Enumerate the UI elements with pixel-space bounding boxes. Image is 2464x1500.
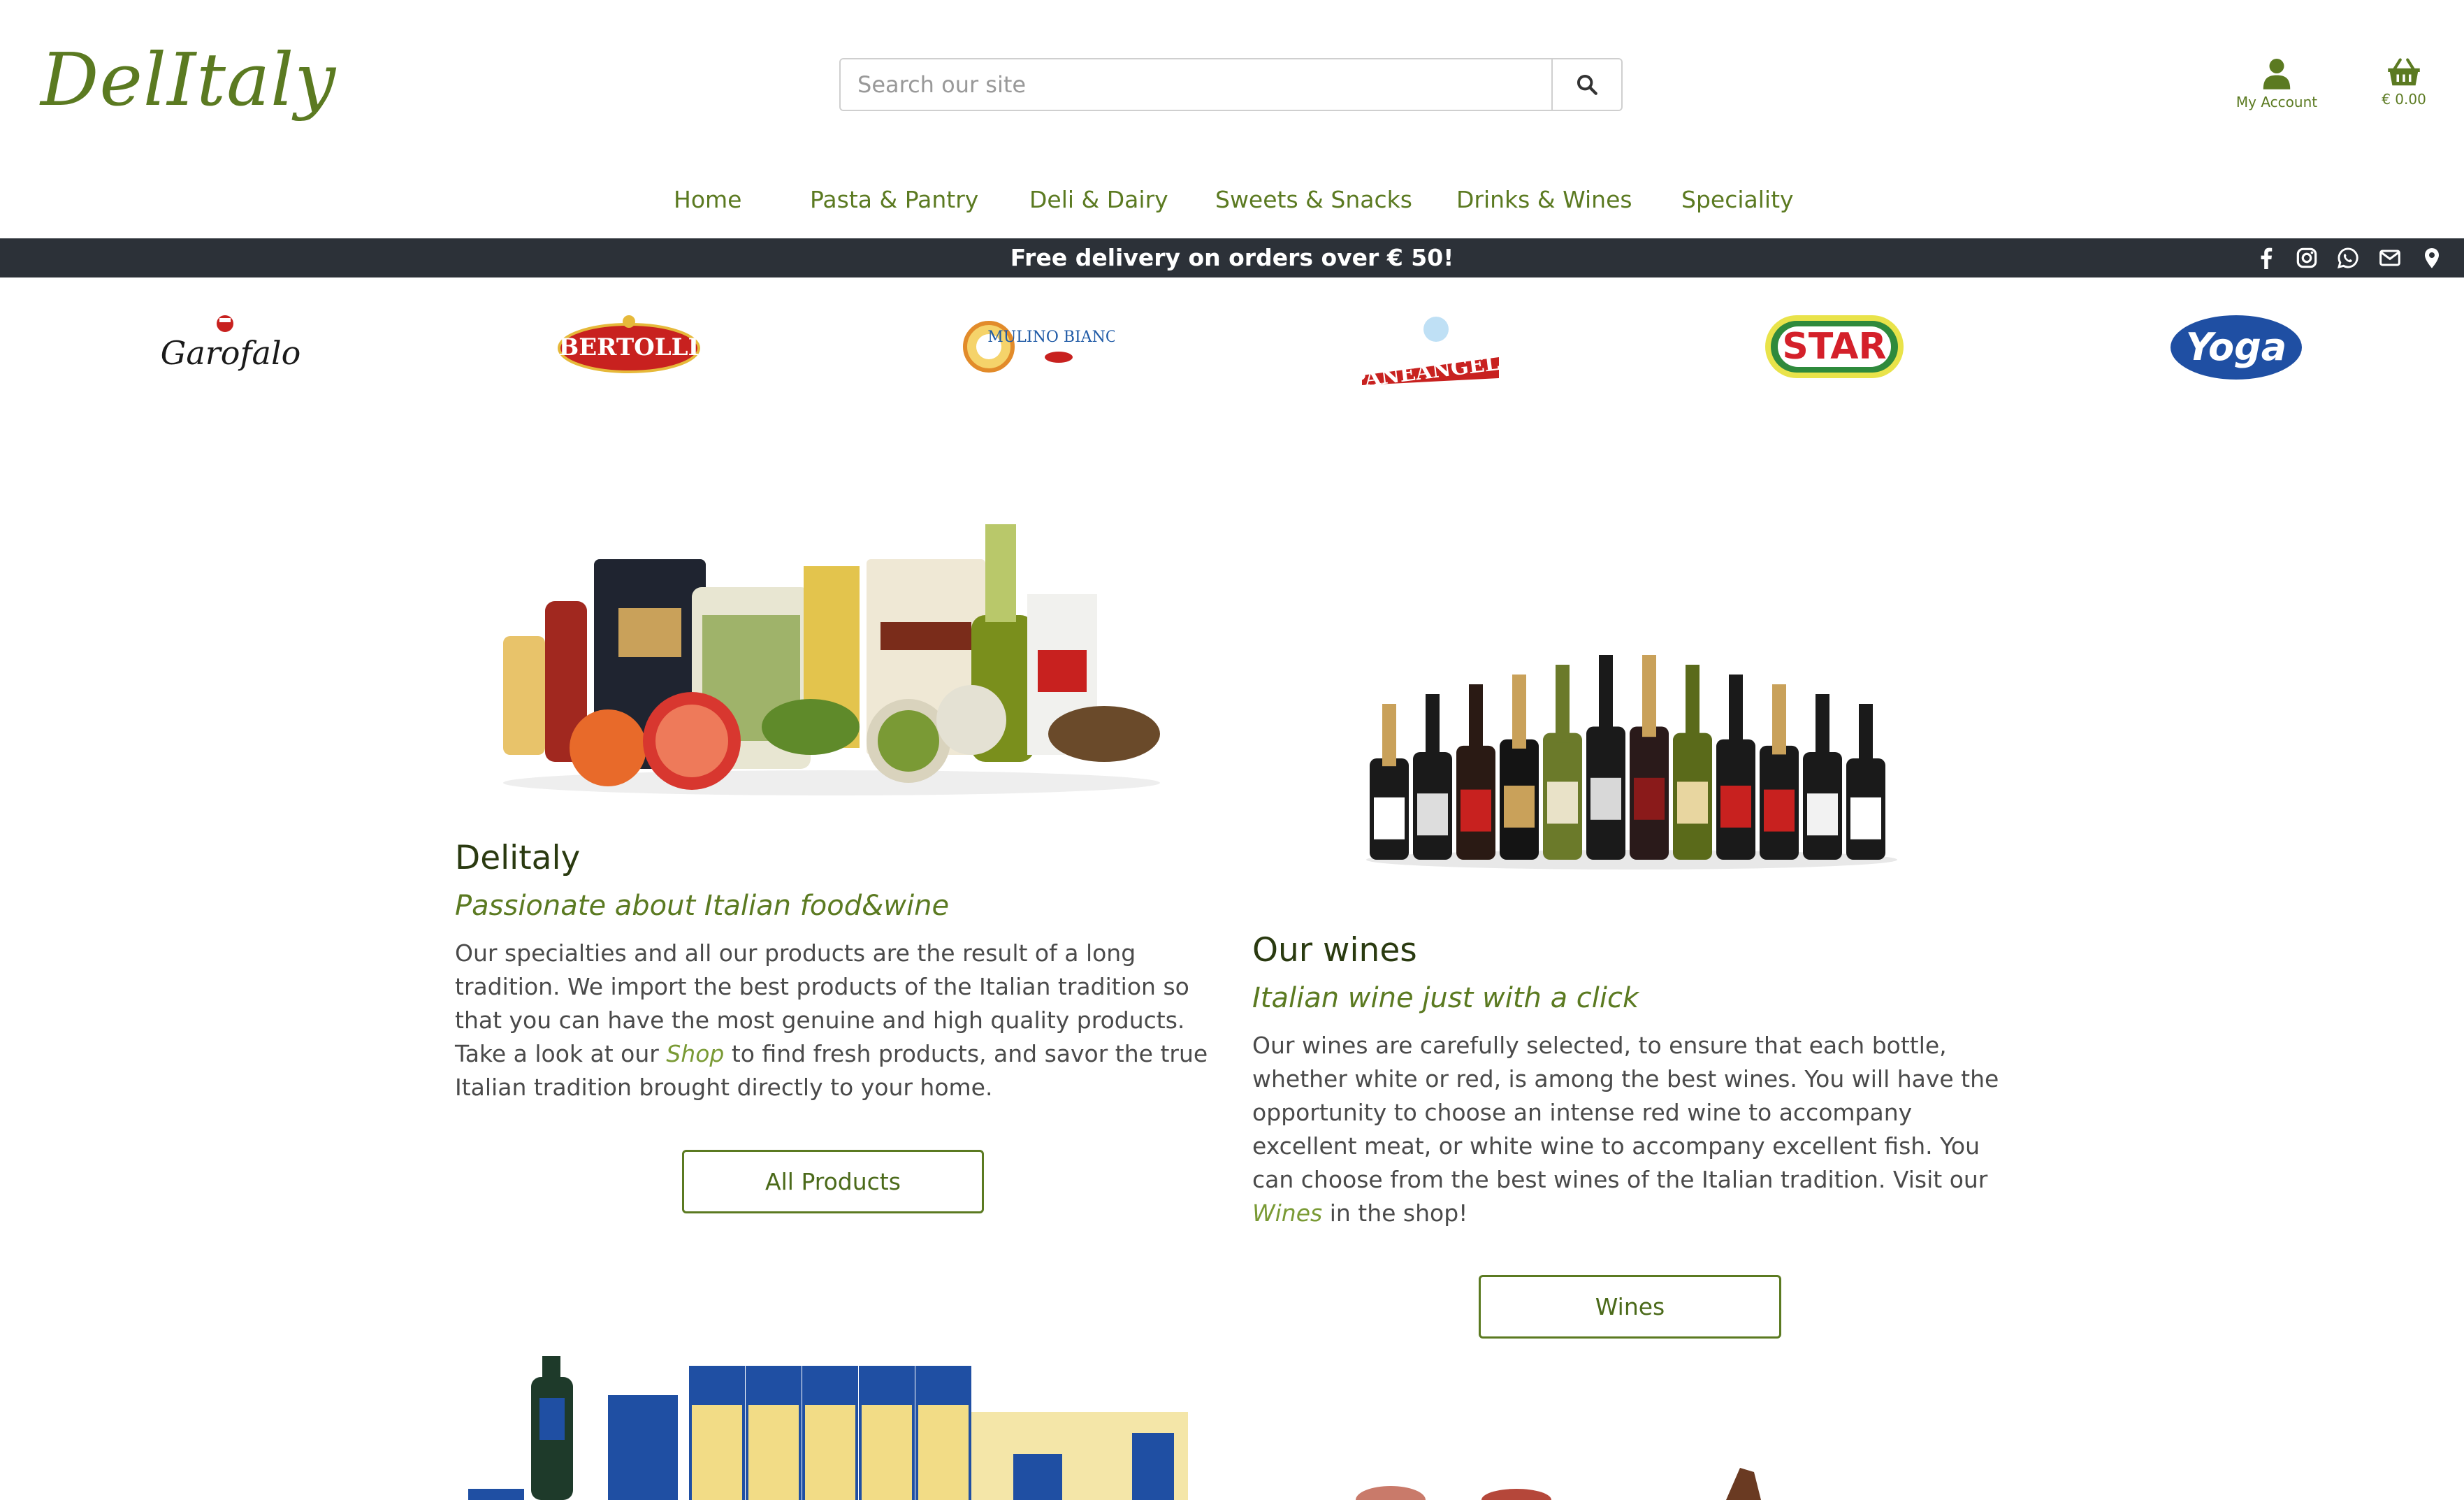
section-title-delitaly: Delitaly <box>455 839 581 877</box>
wine-bottles-image <box>1366 655 1897 870</box>
nav-item-home[interactable]: Home <box>674 183 741 217</box>
wine-bottle-label <box>1850 797 1881 839</box>
brand-logo-garofalo[interactable]: Garofalo <box>154 308 307 386</box>
yoga-emblem: Yoga <box>2171 315 2302 380</box>
wines-button[interactable]: Wines <box>1479 1275 1781 1339</box>
brand-name: Yoga <box>2186 325 2287 369</box>
wine-bottle-neck <box>1426 694 1440 760</box>
wine-bottle-neck <box>1816 694 1829 760</box>
my-account-link[interactable]: My Account <box>2229 57 2324 110</box>
brand-name: STAR <box>1782 326 1886 368</box>
wine-bottle-label <box>1677 781 1708 824</box>
wine-bottle-label <box>1720 786 1751 828</box>
search-bar <box>839 58 1623 111</box>
brand-name: MULINO BIANCO <box>987 329 1115 346</box>
wine-bottle-label <box>1807 793 1838 836</box>
wine-bottle-label <box>1374 797 1405 839</box>
brand-name: Garofalo <box>161 334 300 372</box>
brand-name: BERTOLLI <box>559 333 700 361</box>
nav-item-drinks-wines[interactable]: Drinks & Wines <box>1456 183 1632 217</box>
wine-bottle-label <box>1590 777 1621 820</box>
garofalo-emblem: Garofalo <box>161 315 300 372</box>
all-products-button[interactable]: All Products <box>682 1150 984 1213</box>
star-emblem: STAR <box>1765 315 1904 378</box>
search-input[interactable] <box>841 59 1551 110</box>
wine-bottle-label <box>1547 781 1578 824</box>
nav-item-speciality[interactable]: Speciality <box>1681 183 1794 217</box>
brand-logo-mulino-bianco[interactable]: MULINO BIANCO <box>950 308 1118 386</box>
cart-link[interactable]: € 0.00 <box>2355 57 2453 108</box>
wine-bottle-neck <box>1556 665 1570 743</box>
whatsapp-icon[interactable] <box>2337 247 2359 269</box>
brand-logo-star[interactable]: STAR <box>1754 308 1915 386</box>
section-subtitle-wines: Italian wine just with a click <box>1252 982 1639 1014</box>
search-button[interactable] <box>1551 59 1621 110</box>
wine-bottle-neck <box>1382 704 1396 767</box>
deli-products-image <box>1356 1468 1761 1500</box>
map-marker-icon[interactable] <box>2421 247 2443 269</box>
basket-icon <box>2388 58 2420 86</box>
nav-item-deli-dairy[interactable]: Deli & Dairy <box>1029 183 1168 217</box>
text-before-link: Our wines are carefully selected, to ens… <box>1252 1032 1999 1193</box>
promo-banner: Free delivery on orders over € 50! <box>0 238 2464 277</box>
section-text-wines: Our wines are carefully selected, to ens… <box>1252 1029 2021 1230</box>
wine-bottle-neck <box>1686 665 1700 743</box>
facebook-icon[interactable] <box>2255 247 2277 269</box>
section-text-delitaly: Our specialties and all our products are… <box>455 937 1224 1104</box>
de-cecco-products-image <box>468 1356 1188 1500</box>
wine-bottle-neck <box>1772 684 1786 755</box>
section-subtitle-delitaly: Passionate about Italian food&wine <box>455 890 950 922</box>
instagram-icon[interactable] <box>2296 247 2318 269</box>
wine-bottle-label <box>1461 789 1491 832</box>
site-logo[interactable]: DelItaly <box>41 43 336 116</box>
pantry-products-image <box>503 524 1160 795</box>
banner-text: Free delivery on orders over € 50! <box>1010 244 1454 271</box>
wine-bottle-neck <box>1469 684 1483 755</box>
mulino-bianco-emblem: MULINO BIANCO <box>963 321 1115 373</box>
wine-bottle-label <box>1417 793 1448 836</box>
wine-bottle-neck <box>1859 704 1873 767</box>
wine-bottle-label <box>1634 777 1665 820</box>
shop-link[interactable]: Shop <box>666 1040 724 1067</box>
wine-bottle-label <box>1504 786 1535 828</box>
search-icon <box>1577 74 1597 95</box>
wines-link[interactable]: Wines <box>1252 1199 1322 1227</box>
brand-logo-bertolli[interactable]: BERTOLLI <box>552 308 706 386</box>
cart-total: € 0.00 <box>2382 91 2426 108</box>
main-nav: Home Pasta & Pantry Deli & Dairy Sweets … <box>0 183 2464 217</box>
wine-bottle-label <box>1764 789 1795 832</box>
nav-item-sweets-snacks[interactable]: Sweets & Snacks <box>1215 183 1412 217</box>
envelope-icon[interactable] <box>2379 247 2401 269</box>
text-after-link: in the shop! <box>1322 1199 1468 1227</box>
wine-bottles-group <box>1370 655 1885 860</box>
wine-bottle-neck <box>1512 675 1526 749</box>
wine-bottle-neck <box>1642 655 1656 737</box>
wine-bottle-neck <box>1599 655 1613 737</box>
nav-item-pasta-pantry[interactable]: Pasta & Pantry <box>810 183 978 217</box>
wine-bottle-neck <box>1729 675 1743 749</box>
user-icon <box>2263 59 2291 89</box>
brand-logo-yoga[interactable]: Yoga <box>2159 308 2313 386</box>
brand-name: PANEANGELI <box>1352 349 1510 385</box>
section-title-wines: Our wines <box>1252 931 1417 969</box>
my-account-label: My Account <box>2235 94 2318 110</box>
paneangeli-emblem: PANEANGELI <box>1352 317 1510 385</box>
bertolli-emblem: BERTOLLI <box>558 315 700 373</box>
brand-logo-paneangeli[interactable]: PANEANGELI <box>1349 308 1516 386</box>
